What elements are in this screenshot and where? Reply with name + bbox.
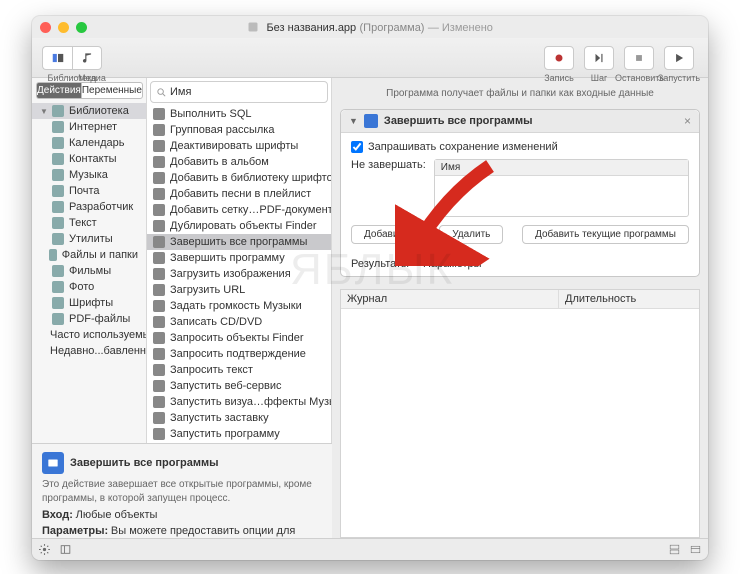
run-label: Запустить (657, 73, 701, 83)
ask-save-checkbox[interactable]: Запрашивать сохранение изменений (351, 141, 689, 153)
action-item[interactable]: Запустить визуа…ффекты Музыки (147, 394, 331, 410)
category-item[interactable]: Файлы и папки (32, 247, 146, 263)
category-item[interactable]: Текст (32, 215, 146, 231)
search-input[interactable]: Имя (150, 81, 328, 103)
action-item[interactable]: Добавить в альбом (147, 154, 331, 170)
action-item[interactable]: Выполнить SQL (147, 106, 331, 122)
disclosure-triangle[interactable]: ▼ (349, 116, 358, 126)
add-current-button[interactable]: Добавить текущие программы (522, 225, 689, 244)
action-item[interactable]: Задать громкость Музыки (147, 298, 331, 314)
action-item[interactable]: Загрузить изображения (147, 266, 331, 282)
results-link[interactable]: Результаты (351, 258, 409, 270)
category-item[interactable]: Часто используемые (32, 327, 146, 343)
step-label: Шаг (584, 73, 614, 83)
category-item[interactable]: Контакты (32, 151, 146, 167)
action-large-icon (42, 452, 64, 474)
action-item[interactable]: Групповая рассылка (147, 122, 331, 138)
category-item[interactable]: Календарь (32, 135, 146, 151)
action-item[interactable]: Запросить текст (147, 362, 331, 378)
exclude-label: Не завершать: (351, 159, 426, 171)
media-button[interactable] (72, 46, 102, 70)
action-item[interactable]: Загрузить URL (147, 282, 331, 298)
action-item[interactable]: Запустить заставку (147, 410, 331, 426)
action-item[interactable]: Добавить в библиотеку шрифтов (147, 170, 331, 186)
automator-window: Без названия.app (Программа) — Изменено … (32, 16, 708, 560)
workflow-action: ▼ Завершить все программы × Запрашивать … (340, 109, 700, 277)
category-item[interactable]: Почта (32, 183, 146, 199)
actions-pane: Имя Выполнить SQLГрупповая рассылкаДеакт… (147, 78, 332, 443)
media-label: Медиа (72, 73, 112, 83)
stop-button[interactable] (624, 46, 654, 70)
gear-icon[interactable] (38, 543, 51, 556)
search-icon (156, 87, 167, 98)
step-button[interactable] (584, 46, 614, 70)
action-item[interactable]: Завершить все программы (147, 234, 331, 250)
record-button[interactable] (544, 46, 574, 70)
app-icon (247, 21, 259, 33)
stop-label: Остановить (615, 73, 663, 83)
window-title: Без названия.app (Программа) — Изменено (32, 20, 708, 34)
exclude-table[interactable]: Имя (434, 159, 689, 217)
action-item[interactable]: Дублировать объекты Finder (147, 218, 331, 234)
action-item[interactable]: Запросить объекты Finder (147, 330, 331, 346)
delete-button[interactable]: Удалить (439, 225, 503, 244)
titlebar: Без названия.app (Программа) — Изменено (32, 16, 708, 38)
toolbar: Библиотека Медиа Запись Шаг Остановить З… (32, 38, 708, 78)
category-item[interactable]: Фильмы (32, 263, 146, 279)
record-label: Запись (544, 73, 574, 83)
library-button[interactable] (42, 46, 72, 70)
category-item[interactable]: Разработчик (32, 199, 146, 215)
input-hint: Программа получает файлы и папки как вхо… (332, 78, 708, 109)
log-col-journal[interactable]: Журнал (341, 290, 559, 308)
library-tabs: Действия Переменные (36, 82, 142, 99)
description-text: Это действие завершает все открытые прог… (42, 478, 322, 505)
action-item[interactable]: Добавить сетку…PDF-документам (147, 202, 331, 218)
category-item[interactable]: Шрифты (32, 295, 146, 311)
run-button[interactable] (664, 46, 694, 70)
flow-icon[interactable] (668, 543, 681, 556)
action-item[interactable]: Запросить подтверждение (147, 346, 331, 362)
action-item[interactable]: Запустить программу (147, 426, 331, 442)
remove-action[interactable]: × (684, 114, 691, 128)
description-title: Завершить все программы (70, 457, 219, 469)
category-item[interactable]: Интернет (32, 119, 146, 135)
content-area: Действия Переменные ▼Библиотека Интернет… (32, 78, 708, 538)
category-item[interactable]: Музыка (32, 167, 146, 183)
footer (32, 538, 708, 560)
tab-variables[interactable]: Переменные (81, 82, 143, 99)
category-item[interactable]: PDF-файлы (32, 311, 146, 327)
description-pane: Завершить все программы Это действие зав… (32, 443, 332, 538)
column-header: Имя (435, 160, 688, 176)
action-item[interactable]: Деактивировать шрифты (147, 138, 331, 154)
action-footer: Результаты Параметры (341, 252, 699, 276)
tab-actions[interactable]: Действия (36, 82, 81, 99)
action-item[interactable]: Добавить песни в плейлист (147, 186, 331, 202)
action-title: Завершить все программы (384, 115, 533, 127)
log-icon[interactable] (689, 543, 702, 556)
options-link[interactable]: Параметры (423, 258, 482, 270)
view-icon[interactable] (59, 543, 72, 556)
action-item[interactable]: Запустить веб-сервис (147, 378, 331, 394)
category-item[interactable]: Недавно...бавленные (32, 343, 146, 359)
log-col-duration[interactable]: Длительность (559, 290, 699, 308)
action-header[interactable]: ▼ Завершить все программы × (341, 110, 699, 133)
search-placeholder: Имя (170, 86, 191, 98)
category-pane: Действия Переменные ▼Библиотека Интернет… (32, 78, 147, 443)
action-item[interactable]: Завершить программу (147, 250, 331, 266)
workflow-pane: Программа получает файлы и папки как вхо… (332, 78, 708, 538)
category-item[interactable]: ▼Библиотека (32, 103, 146, 119)
add-button[interactable]: Добавить… (351, 225, 431, 244)
action-icon (364, 114, 378, 128)
log-pane: Журнал Длительность (340, 289, 700, 538)
category-item[interactable]: Утилиты (32, 231, 146, 247)
category-item[interactable]: Фото (32, 279, 146, 295)
action-item[interactable]: Записать CD/DVD (147, 314, 331, 330)
